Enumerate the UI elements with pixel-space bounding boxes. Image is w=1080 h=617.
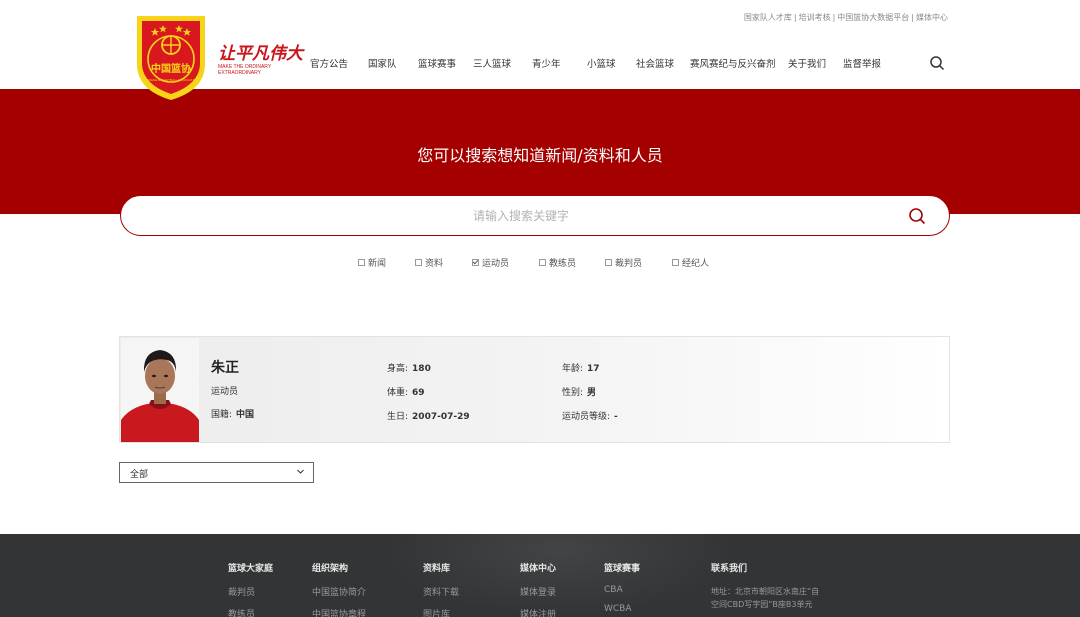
footer-col-library: 资料库 资料下载 图片库 (423, 561, 459, 617)
footer-address: 地址：北京市朝阳区水南庄“自空间CBD写字园”B座B3单元 (711, 587, 820, 609)
athlete-gender: 性别: 男 (562, 388, 597, 398)
logo-text: 中国篮协 (151, 62, 191, 75)
footer-link[interactable]: 图片库 (423, 607, 459, 617)
checkbox[interactable] (672, 259, 679, 266)
search-filters: 新闻 资料 运动员 教练员 裁判员 经纪人 (0, 256, 1080, 270)
footer-heading: 篮球赛事 (604, 564, 641, 574)
footer-heading: 联系我们 (711, 564, 748, 574)
cba-logo[interactable]: 中国篮协 CHINESE BASKETBALL ASSOCIATION (133, 12, 209, 102)
checkbox[interactable] (415, 259, 422, 266)
filter-materials[interactable]: 资料 (415, 256, 443, 269)
checkbox-checked[interactable] (472, 259, 479, 266)
footer-col-events: 篮球赛事 CBA WCBA (604, 561, 640, 617)
footer-col-family: 篮球大家庭 裁判员 教练员 (228, 561, 273, 617)
footer-link[interactable]: 中国篮协章程 (312, 607, 366, 617)
search-icon[interactable] (929, 55, 945, 71)
athlete-name[interactable]: 朱正 (211, 357, 239, 377)
athlete-card[interactable]: 朱正 运动员 国籍: 中国 身高: 180 体重: 69 生日: 2007-07-29 … (119, 336, 950, 443)
athlete-age: 年龄: 17 (562, 364, 600, 374)
footer-col-media: 媒体中心 媒体登录 媒体注册 (520, 561, 556, 617)
footer-link[interactable]: 裁判员 (228, 585, 273, 598)
athlete-height: 身高: 180 (387, 364, 431, 374)
filter-news[interactable]: 新闻 (358, 256, 386, 269)
slogan-subtext: MAKE THE ORDINARY EXTRAORDINARY (218, 64, 272, 76)
athlete-level: 运动员等级: - (562, 412, 618, 422)
checkbox[interactable] (539, 259, 546, 266)
nav-about[interactable]: 关于我们 (788, 56, 826, 70)
checkbox[interactable] (358, 259, 365, 266)
footer-link[interactable]: 教练员 (228, 607, 273, 617)
top-link-bigdata[interactable]: 中国篮协大数据平台 (837, 13, 909, 22)
category-select[interactable]: 全部 (119, 462, 314, 483)
athlete-photo (121, 338, 199, 442)
footer-link[interactable]: CBA (604, 585, 640, 595)
footer-heading: 资料库 (423, 564, 451, 574)
footer-link[interactable]: 媒体注册 (520, 607, 556, 617)
footer-heading: 篮球大家庭 (228, 564, 274, 574)
top-link-media[interactable]: 媒体中心 (916, 13, 948, 22)
top-link-training[interactable]: 培训考核 (799, 13, 831, 22)
slogan: 让平凡伟大 MAKE THE ORDINARY EXTRAORDINARY (218, 44, 303, 76)
nav-social-basketball[interactable]: 社会篮球 (636, 56, 674, 70)
chevron-down-icon (297, 469, 304, 474)
nav-events[interactable]: 篮球赛事 (418, 56, 456, 70)
filter-athletes[interactable]: 运动员 (472, 256, 509, 269)
athlete-weight: 体重: 69 (387, 388, 425, 398)
search-submit-icon[interactable] (908, 207, 926, 225)
select-value: 全部 (130, 470, 149, 480)
footer-link[interactable]: 媒体登录 (520, 585, 556, 598)
top-links: 国家队人才库 | 培训考核 | 中国篮协大数据平台 | 媒体中心 (743, 13, 948, 22)
nav-3x3[interactable]: 三人篮球 (473, 56, 511, 70)
banner-title: 您可以搜索想知道新闻/资料和人员 (417, 146, 663, 165)
footer-col-contact: 联系我们 地址：北京市朝阳区水南庄“自空间CBD写字园”B座B3单元 (711, 561, 823, 611)
nav-mini-basketball[interactable]: 小篮球 (587, 56, 616, 70)
search-input[interactable] (141, 204, 901, 228)
footer-link[interactable]: 中国篮协简介 (312, 585, 366, 598)
site-footer: 篮球大家庭 裁判员 教练员 组织架构 中国篮协简介 中国篮协章程 资料库 资料下… (0, 534, 1080, 617)
nav-report[interactable]: 监督举报 (843, 56, 881, 70)
nav-national-team[interactable]: 国家队 (368, 56, 397, 70)
filter-referees[interactable]: 裁判员 (605, 256, 642, 269)
athlete-role: 运动员 (211, 387, 239, 397)
footer-link[interactable]: 资料下载 (423, 585, 459, 598)
footer-col-organization: 组织架构 中国篮协简介 中国篮协章程 (312, 561, 366, 617)
search-box (120, 195, 950, 236)
footer-heading: 媒体中心 (520, 564, 557, 574)
filter-agents[interactable]: 经纪人 (672, 256, 709, 269)
nav-youth[interactable]: 青少年 (532, 56, 561, 70)
footer-heading: 组织架构 (312, 564, 349, 574)
logo-ring-text: CHINESE BASKETBALL ASSOCIATION (144, 78, 198, 82)
filter-coaches[interactable]: 教练员 (539, 256, 576, 269)
athlete-nationality: 国籍: 中国 (211, 410, 255, 420)
nav-official-notice[interactable]: 官方公告 (310, 56, 348, 70)
slogan-text: 让平凡伟大 (218, 44, 303, 64)
footer-link[interactable]: WCBA (604, 604, 640, 614)
checkbox[interactable] (605, 259, 612, 266)
nav-anti-doping[interactable]: 赛风赛纪与反兴奋剂 (690, 56, 776, 70)
top-link-talent[interactable]: 国家队人才库 (744, 13, 792, 22)
athlete-birthday: 生日: 2007-07-29 (387, 412, 470, 422)
